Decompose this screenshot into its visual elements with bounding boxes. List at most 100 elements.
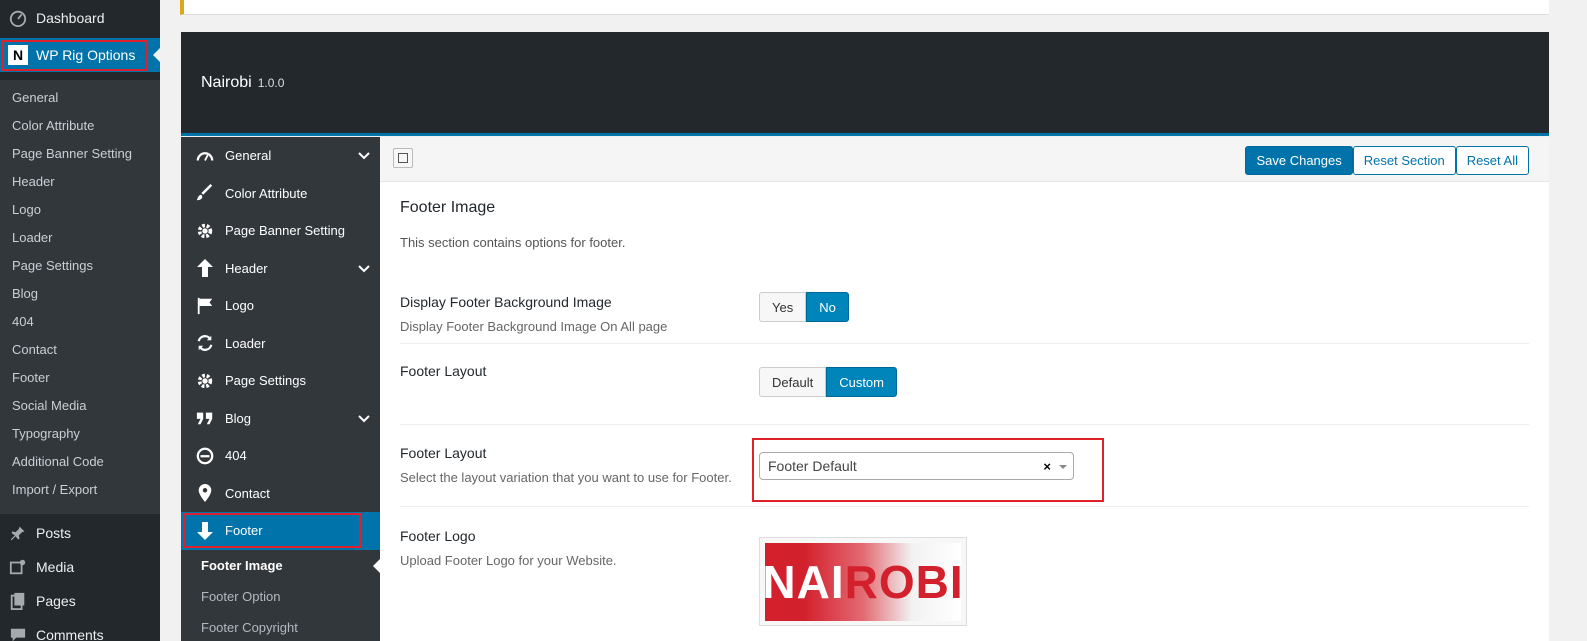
highlight-box <box>2 40 148 71</box>
nav-contact[interactable]: Contact <box>181 475 380 513</box>
nav-label: Logo <box>225 298 254 314</box>
option-no[interactable]: No <box>806 292 849 322</box>
toolbar-buttons: Save Changes Reset Section Reset All <box>1245 146 1529 175</box>
expand-options-button[interactable] <box>393 148 413 168</box>
subnav-footer-image[interactable]: Footer Image <box>181 550 380 581</box>
submenu-item[interactable]: Header <box>0 168 160 196</box>
nav-header[interactable]: Header <box>181 250 380 288</box>
admin-notice <box>180 0 1549 15</box>
clear-icon[interactable]: × <box>1043 459 1051 474</box>
menu-comments[interactable]: Comments <box>0 618 160 641</box>
submenu-item[interactable]: 404 <box>0 308 160 336</box>
submenu-item[interactable]: Social Media <box>0 392 160 420</box>
options-toolbar: Save Changes Reset Section Reset All <box>380 137 1549 182</box>
nav-label: Blog <box>225 410 252 426</box>
menu-posts[interactable]: Posts <box>0 516 160 550</box>
reset-all-button[interactable]: Reset All <box>1455 146 1529 175</box>
submenu-item[interactable]: Blog <box>0 280 160 308</box>
field-subtitle: Display Footer Background Image On All p… <box>400 319 668 334</box>
highlight-box <box>183 513 361 548</box>
options-header: Nairobi 1.0.0 <box>181 32 1549 136</box>
select-value: Footer Default <box>768 458 857 474</box>
footer-layout-select[interactable]: Footer Default × <box>759 452 1074 480</box>
chevron-down-icon[interactable] <box>1059 465 1067 473</box>
field-label: Footer Layout <box>400 363 487 379</box>
menu-posts-label: Posts <box>36 525 72 541</box>
field-footer-layout-select: Footer Layout Select the layout variatio… <box>400 425 1529 507</box>
submenu-item[interactable]: Footer <box>0 364 160 392</box>
dashboard-icon <box>195 146 215 166</box>
nav-label: Loader <box>225 335 266 351</box>
option-custom[interactable]: Custom <box>826 367 897 397</box>
chevron-down-icon <box>358 412 370 427</box>
gear-icon <box>195 371 215 391</box>
field-footer-layout-style: Footer Layout Default Custom <box>400 344 1529 425</box>
menu-dashboard[interactable]: Dashboard <box>0 0 160 36</box>
wp-admin-sidebar: Dashboard N WP Rig Options General Color… <box>0 0 160 641</box>
theme-name: Nairobi <box>201 74 252 91</box>
menu-pages[interactable]: Pages <box>0 584 160 618</box>
nav-page-settings[interactable]: Page Settings <box>181 362 380 400</box>
submenu-item[interactable]: Typography <box>0 420 160 448</box>
chevron-down-icon <box>358 149 370 164</box>
nav-page-banner-setting[interactable]: Page Banner Setting <box>181 212 380 250</box>
submenu-item[interactable]: Contact <box>0 336 160 364</box>
logo-text-part-b: ROBI <box>844 556 964 608</box>
logo-text-part-a: NAI <box>762 556 845 608</box>
nav-label: Contact <box>225 485 270 501</box>
arrow-up-icon <box>195 258 215 278</box>
nav-404[interactable]: 404 <box>181 437 380 475</box>
option-default[interactable]: Default <box>759 367 827 397</box>
submenu-item[interactable]: Import / Export <box>0 476 160 504</box>
footer-logo-preview[interactable]: NAI ROBI <box>759 537 967 626</box>
submenu-item[interactable]: Additional Code <box>0 448 160 476</box>
nav-label: Page Banner Setting <box>225 223 345 239</box>
option-yes[interactable]: Yes <box>759 292 807 322</box>
submenu-item[interactable]: Page Settings <box>0 252 160 280</box>
nav-label: 404 <box>225 448 247 464</box>
nav-logo[interactable]: Logo <box>181 287 380 325</box>
theme-title: Nairobi 1.0.0 <box>201 74 284 92</box>
chevron-down-icon <box>358 262 370 277</box>
nav-loader[interactable]: Loader <box>181 325 380 363</box>
subnav-footer-option[interactable]: Footer Option <box>181 581 380 612</box>
nav-blog[interactable]: Blog <box>181 400 380 438</box>
pin-icon <box>8 523 28 543</box>
dashboard-icon <box>8 8 28 28</box>
location-pin-icon <box>195 483 215 503</box>
media-icon <box>8 557 28 577</box>
quote-icon <box>195 408 215 428</box>
field-display-footer-bg: Display Footer Background Image Display … <box>400 258 1529 344</box>
menu-comments-label: Comments <box>36 627 104 641</box>
display-bg-buttonset: Yes No <box>759 292 849 322</box>
wp-rig-submenu: General Color Attribute Page Banner Sett… <box>0 80 160 514</box>
footer-layout-buttonset: Default Custom <box>759 367 897 397</box>
menu-media[interactable]: Media <box>0 550 160 584</box>
comments-icon <box>8 625 28 641</box>
nav-label: General <box>225 148 272 164</box>
options-sidebar: General Color Attribute Page Banner Sett… <box>181 137 380 641</box>
minus-circle-icon <box>195 446 215 466</box>
theme-version: 1.0.0 <box>257 76 285 90</box>
nav-general[interactable]: General <box>181 137 380 175</box>
save-changes-button[interactable]: Save Changes <box>1245 146 1353 175</box>
pages-icon <box>8 591 28 611</box>
reset-section-button[interactable]: Reset Section <box>1352 146 1456 175</box>
submenu-item[interactable]: Loader <box>0 224 160 252</box>
submenu-item[interactable]: General <box>0 84 160 112</box>
submenu-item[interactable]: Logo <box>0 196 160 224</box>
field-label: Display Footer Background Image <box>400 294 612 310</box>
menu-dashboard-label: Dashboard <box>36 10 105 26</box>
options-main: Save Changes Reset Section Reset All Foo… <box>380 137 1549 641</box>
subnav-footer-copyright[interactable]: Footer Copyright <box>181 612 380 641</box>
field-label-wrap: Display Footer Background Image Display … <box>400 258 1529 334</box>
nav-label: Page Settings <box>225 373 306 389</box>
gear-icon <box>195 221 215 241</box>
nav-label: Color Attribute <box>225 185 308 201</box>
nav-color-attribute[interactable]: Color Attribute <box>181 175 380 213</box>
section-content: Footer Image This section contains optio… <box>380 199 1549 637</box>
submenu-item[interactable]: Page Banner Setting <box>0 140 160 168</box>
flag-icon <box>195 296 215 316</box>
section-description: This section contains options for footer… <box>400 235 626 250</box>
submenu-item[interactable]: Color Attribute <box>0 112 160 140</box>
